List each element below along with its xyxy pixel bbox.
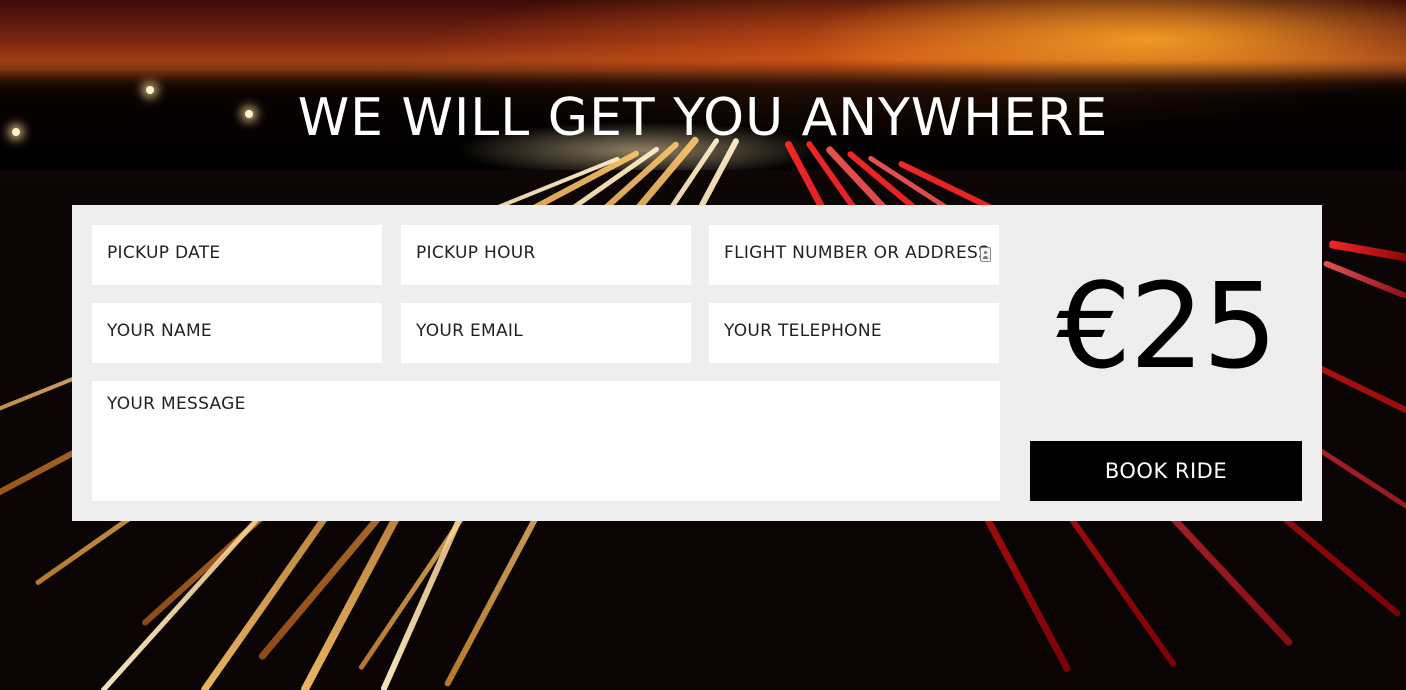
booking-form: PICKUP DATE PICKUP HOUR FLIGHT NUMBER OR…	[72, 205, 1322, 521]
light-trail	[1322, 260, 1406, 300]
pickup-date-field[interactable]: PICKUP DATE	[92, 225, 382, 285]
flight-or-address-placeholder: FLIGHT NUMBER OR ADDRESS	[724, 243, 990, 263]
price-display: €25	[1056, 257, 1277, 395]
name-field[interactable]: YOUR NAME	[92, 303, 382, 363]
telephone-field[interactable]: YOUR TELEPHONE	[709, 303, 999, 363]
pickup-date-placeholder: PICKUP DATE	[107, 243, 221, 263]
page-headline: WE WILL GET YOU ANYWHERE	[297, 88, 1109, 148]
email-placeholder: YOUR EMAIL	[416, 321, 524, 341]
contact-card-icon[interactable]	[980, 247, 991, 262]
light-trail	[1328, 240, 1406, 264]
pickup-hour-field[interactable]: PICKUP HOUR	[401, 225, 691, 285]
telephone-placeholder: YOUR TELEPHONE	[724, 321, 882, 341]
flight-or-address-field[interactable]: FLIGHT NUMBER OR ADDRESS	[709, 225, 999, 285]
message-textarea[interactable]: YOUR MESSAGE	[92, 381, 1000, 501]
book-ride-button[interactable]: BOOK RIDE	[1030, 441, 1302, 501]
email-field[interactable]: YOUR EMAIL	[401, 303, 691, 363]
pickup-hour-placeholder: PICKUP HOUR	[416, 243, 536, 263]
name-placeholder: YOUR NAME	[107, 321, 212, 341]
message-placeholder: YOUR MESSAGE	[107, 394, 246, 414]
